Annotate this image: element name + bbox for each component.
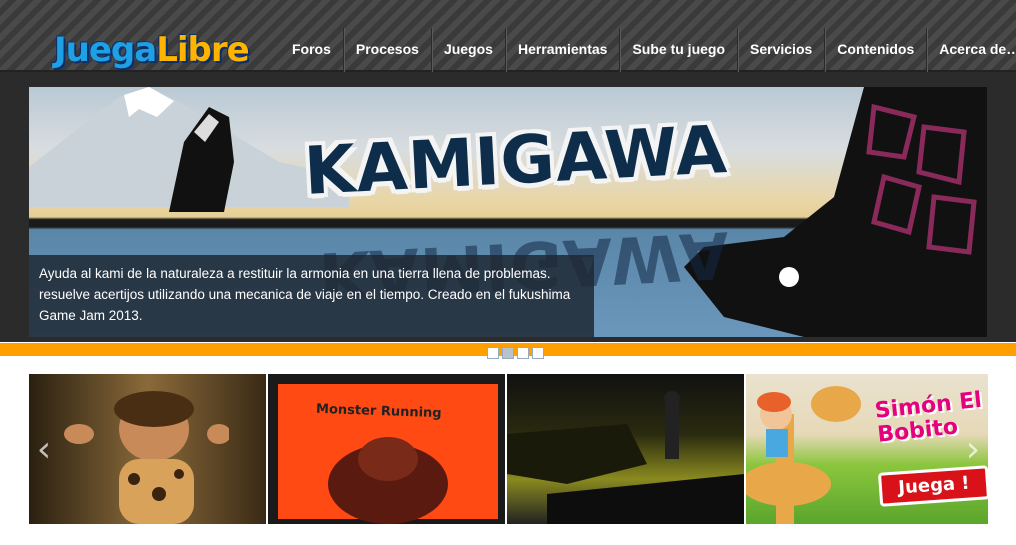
nav-item-contenidos[interactable]: Contenidos	[825, 28, 928, 72]
main-nav: Foros Procesos Juegos Herramientas Sube …	[280, 28, 1016, 72]
logo-part-libre: Libre	[156, 30, 249, 70]
dark-platform-illustration	[507, 391, 744, 524]
nav-item-procesos[interactable]: Procesos	[344, 28, 432, 72]
nav-item-juegos[interactable]: Juegos	[432, 28, 506, 72]
carousel-next-arrow-icon[interactable]: ›	[962, 430, 984, 470]
game-carousel: Monster Running Simón El Bobito Juega !	[29, 374, 988, 524]
nav-item-foros[interactable]: Foros	[280, 28, 344, 72]
juega-button[interactable]: Juega !	[877, 465, 988, 507]
hero-caption: Ayuda al kami de la naturaleza a restitu…	[29, 255, 594, 337]
logo-part-juega: Juega	[54, 30, 157, 70]
caveman-illustration	[64, 391, 229, 524]
slider-dot-4[interactable]	[532, 347, 544, 359]
rock-illustration	[169, 107, 234, 212]
game-thumb-dark-platform[interactable]	[507, 374, 744, 524]
hero-title: KAMIGAWA	[302, 110, 730, 211]
nav-item-herramientas[interactable]: Herramientas	[506, 28, 621, 72]
site-header: JuegaLibre Foros Procesos Juegos Herrami…	[0, 0, 1016, 72]
slider-dot-2[interactable]	[502, 347, 514, 359]
nav-item-acerca-de[interactable]: Acerca de…	[927, 28, 1016, 72]
slider-dot-3[interactable]	[517, 347, 529, 359]
game-thumb-caveman[interactable]	[29, 374, 266, 524]
dinosaur-illustration	[684, 87, 987, 337]
nav-item-sube-tu-juego[interactable]: Sube tu juego	[620, 28, 739, 72]
giraffe-boy-illustration	[746, 386, 861, 524]
site-logo[interactable]: JuegaLibre	[54, 28, 250, 72]
game-thumb-monster-running[interactable]: Monster Running	[268, 374, 505, 524]
slider-dot-1[interactable]	[487, 347, 499, 359]
slider-pagination	[487, 347, 544, 359]
nav-item-servicios[interactable]: Servicios	[738, 28, 826, 72]
game-thumb-simon-el-bobito[interactable]: Simón El Bobito Juega !	[746, 374, 988, 524]
carousel-prev-arrow-icon[interactable]: ‹	[33, 430, 55, 470]
monster-illustration	[328, 437, 448, 524]
